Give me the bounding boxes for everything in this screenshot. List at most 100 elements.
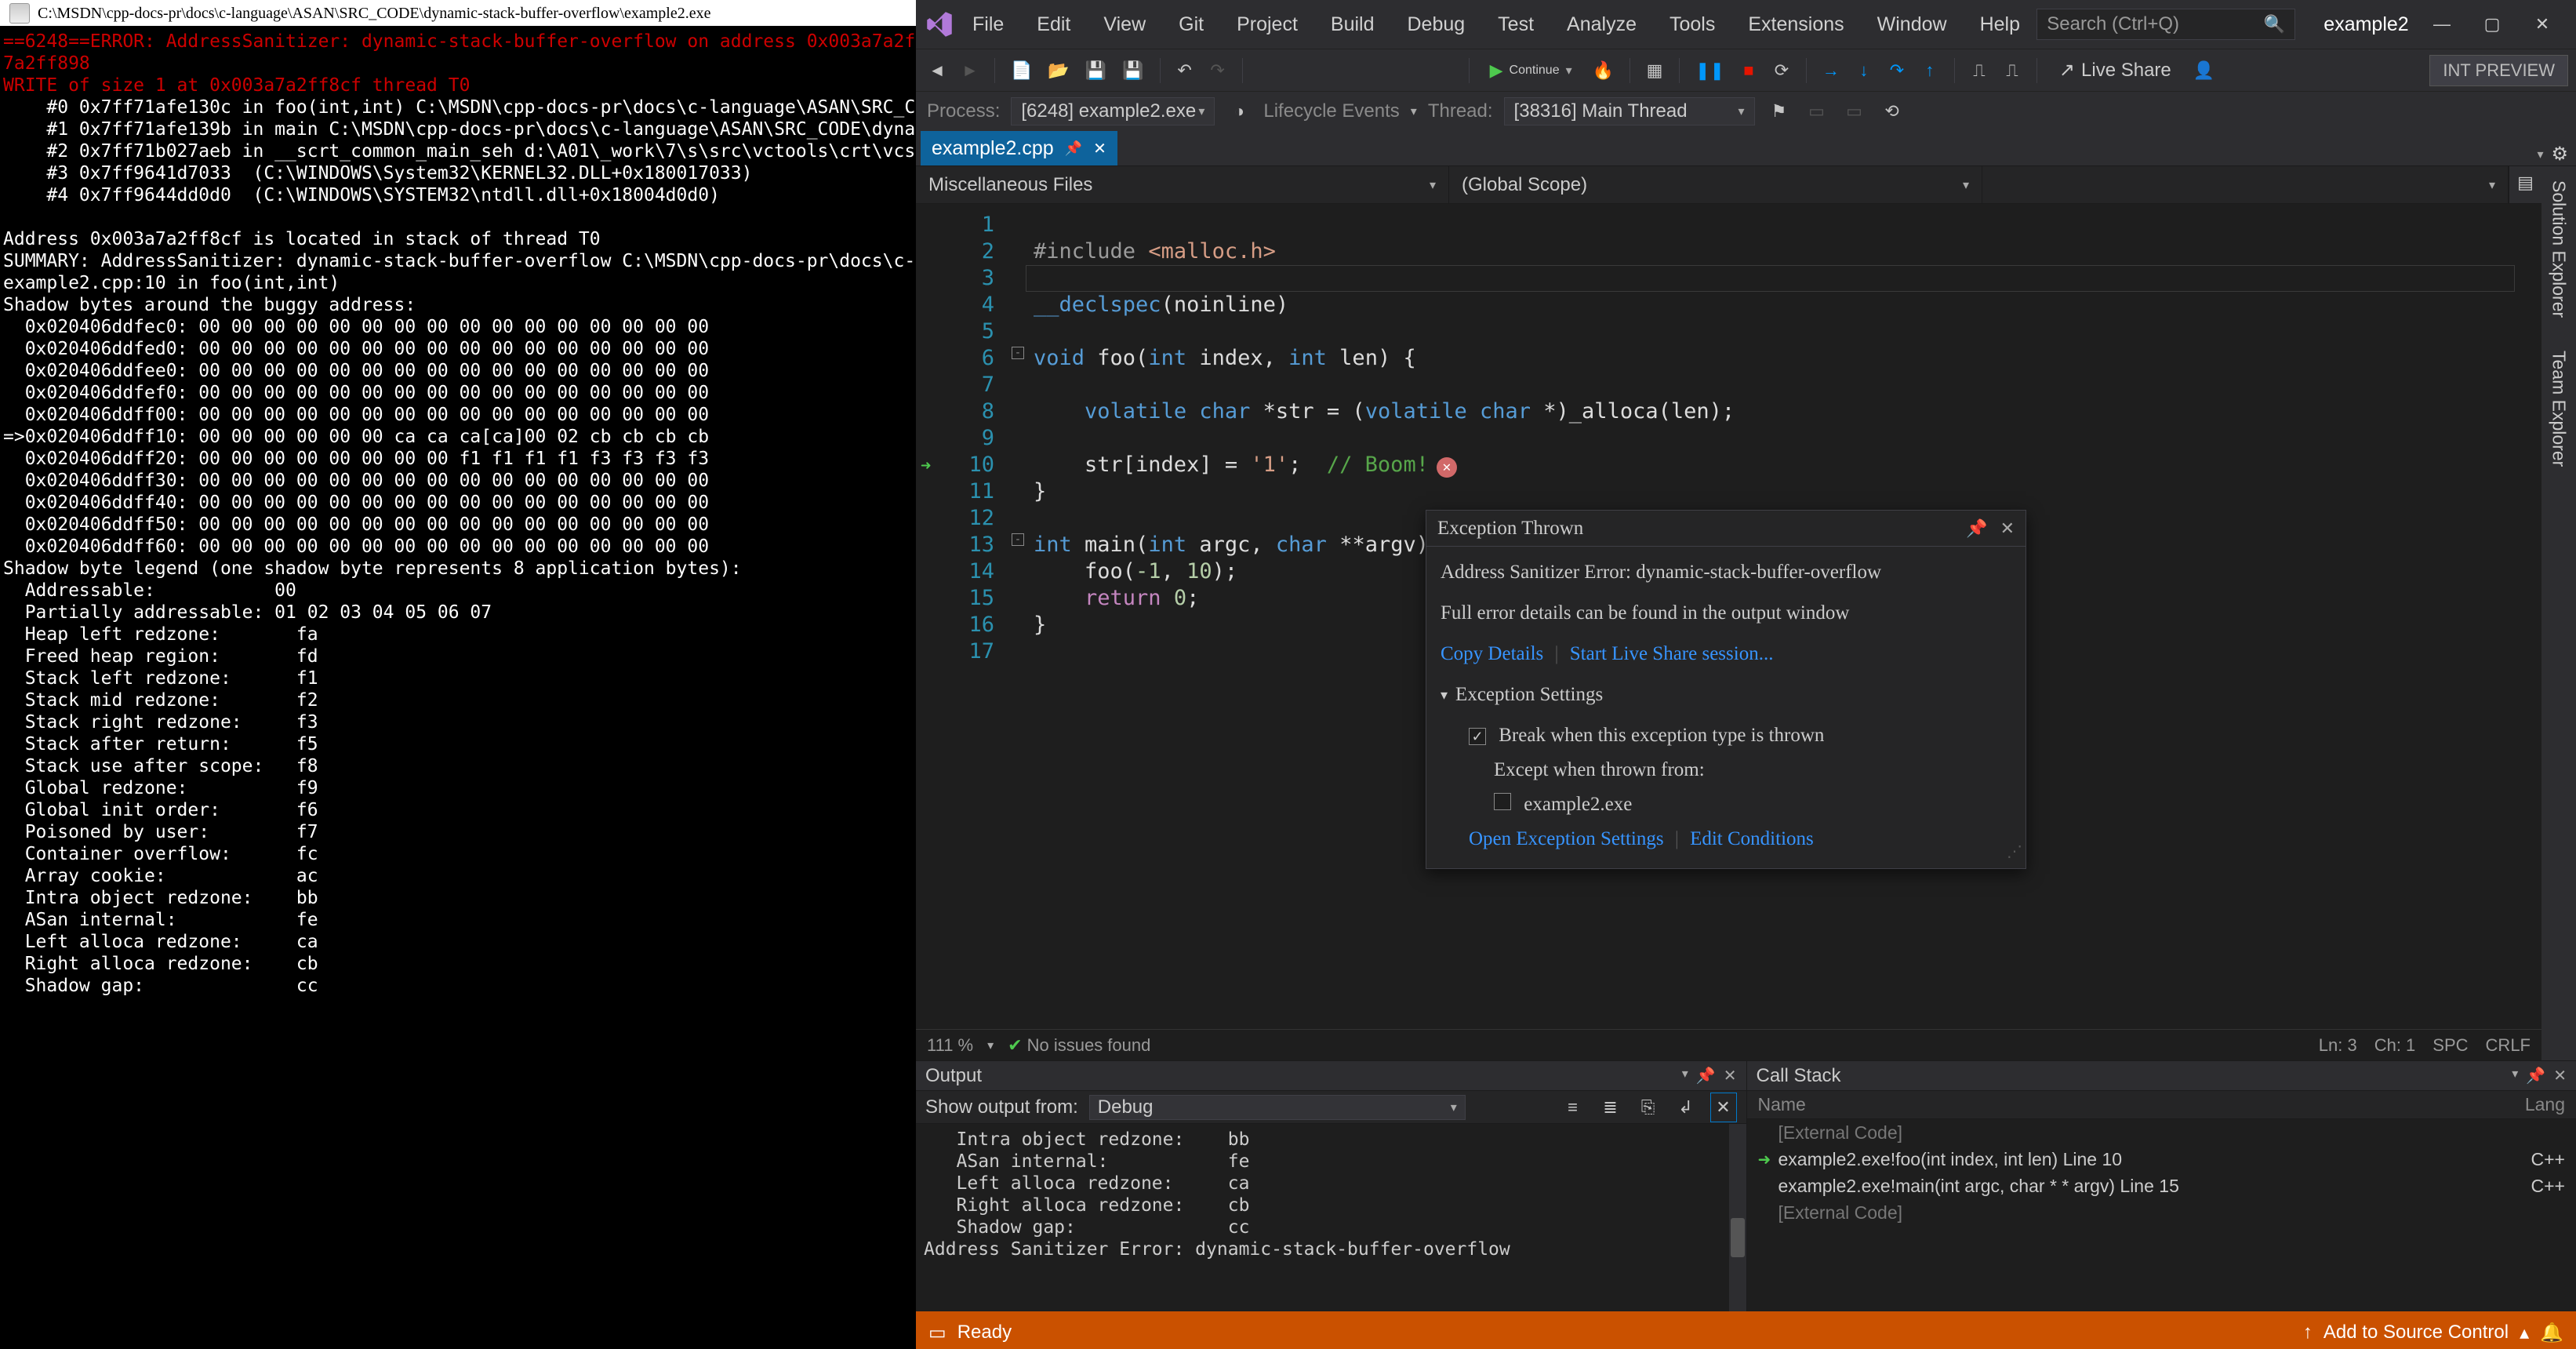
open-exception-settings-link[interactable]: Open Exception Settings xyxy=(1469,828,1664,849)
stop-debug-button[interactable]: ■ xyxy=(1735,56,1762,85)
output-icon[interactable]: ⎘ xyxy=(1635,1093,1662,1122)
checkbox-icon[interactable] xyxy=(1469,728,1486,745)
pin-icon[interactable]: 📌 xyxy=(1065,140,1082,157)
start-live-share-link[interactable]: Start Live Share session... xyxy=(1570,643,1774,664)
nav-project-dropdown[interactable]: Miscellaneous Files ▾ xyxy=(916,166,1449,203)
step-over-button[interactable]: ↷ xyxy=(1884,56,1910,85)
error-indicator-icon[interactable]: ✕ xyxy=(1437,457,1457,478)
callstack-row[interactable]: [External Code] xyxy=(1747,1119,2576,1146)
new-project-button[interactable]: 📄 xyxy=(1006,56,1037,85)
output-source-dropdown[interactable]: Debug ▾ xyxy=(1089,1095,1466,1120)
callstack-body[interactable]: [External Code] ➜ example2.exe!foo(int i… xyxy=(1747,1119,2576,1311)
word-wrap-icon[interactable]: ↲ xyxy=(1673,1093,1699,1122)
nav-fwd-button[interactable]: ► xyxy=(957,56,983,85)
except-item-row[interactable]: example2.exe xyxy=(1469,791,2011,818)
layout-icon[interactable]: ▦ xyxy=(1641,56,1668,85)
stack-frame-icon[interactable]: ⟲ xyxy=(1879,96,1906,126)
step-out-button[interactable]: ↑ xyxy=(1917,56,1943,85)
menu-extensions[interactable]: Extensions xyxy=(1740,9,1851,41)
misc-icon[interactable]: ⎍ xyxy=(1999,56,2026,85)
pin-icon[interactable]: 📌 xyxy=(1696,1066,1716,1085)
step-into-button[interactable]: ↓ xyxy=(1851,56,1877,85)
chevron-down-icon[interactable]: ▾ xyxy=(987,1038,994,1053)
console-titlebar[interactable]: C:\MSDN\cpp-docs-pr\docs\c-language\ASAN… xyxy=(0,0,916,26)
chevron-down-icon[interactable]: ▾ xyxy=(1411,104,1417,119)
gear-icon[interactable]: ⚙ xyxy=(2551,143,2568,165)
team-explorer-tab[interactable]: Team Explorer xyxy=(2547,346,2571,471)
tab-overflow-icon[interactable]: ▾ xyxy=(2537,147,2543,162)
output-icon[interactable]: ≡ xyxy=(1560,1093,1586,1122)
cursor-col[interactable]: Ch: 1 xyxy=(2374,1035,2416,1056)
break-all-button[interactable]: ❚❚ xyxy=(1691,56,1729,85)
undo-button[interactable]: ↶ xyxy=(1172,56,1198,85)
menu-help[interactable]: Help xyxy=(1972,9,2028,41)
redo-button[interactable]: ↷ xyxy=(1204,56,1231,85)
close-icon[interactable]: ✕ xyxy=(2000,515,2015,542)
menu-git[interactable]: Git xyxy=(1171,9,1212,41)
maximize-button[interactable]: ▢ xyxy=(2468,9,2516,40)
output-body[interactable]: Intra object redzone: bb ASan internal: … xyxy=(916,1124,1746,1311)
menu-project[interactable]: Project xyxy=(1229,9,1306,41)
nav-back-button[interactable]: ◄ xyxy=(924,56,950,85)
search-input[interactable]: Search (Ctrl+Q) 🔍 xyxy=(2036,9,2295,40)
menu-window[interactable]: Window xyxy=(1869,9,1955,41)
save-all-button[interactable]: 💾 xyxy=(1117,56,1148,85)
issues-label[interactable]: No issues found xyxy=(1027,1035,1151,1055)
int-preview-badge[interactable]: INT PREVIEW xyxy=(2429,55,2568,86)
break-when-row[interactable]: Break when this exception type is thrown xyxy=(1469,722,2011,749)
exception-titlebar[interactable]: Exception Thrown 📌 ✕ xyxy=(1426,511,2026,547)
upload-icon[interactable]: ↑ xyxy=(2303,1322,2313,1344)
collapse-icon[interactable]: - xyxy=(1012,533,1024,546)
menu-tools[interactable]: Tools xyxy=(1662,9,1723,41)
chevron-down-icon[interactable]: ▾ xyxy=(1682,1066,1688,1085)
continue-button[interactable]: ▶ Continue ▾ xyxy=(1481,56,1582,85)
menu-build[interactable]: Build xyxy=(1323,9,1382,41)
split-icon[interactable]: ▤ xyxy=(2517,173,2534,193)
checkbox-icon[interactable] xyxy=(1494,793,1511,810)
stack-frame-icon[interactable]: ▭ xyxy=(1804,96,1830,126)
scroll-thumb[interactable] xyxy=(1731,1218,1745,1257)
save-button[interactable]: 💾 xyxy=(1081,56,1111,85)
edit-conditions-link[interactable]: Edit Conditions xyxy=(1690,828,1814,849)
exception-settings-header[interactable]: ▾ Exception Settings xyxy=(1441,682,2011,708)
code-area[interactable]: 1234 5678 9101112 13141516 17 ➜ - - #inc… xyxy=(916,204,2541,1029)
pin-icon[interactable]: 📌 xyxy=(2526,1066,2545,1085)
restart-button[interactable]: ⟳ xyxy=(1768,56,1795,85)
live-share-button[interactable]: ↗ Live Share xyxy=(2048,59,2182,82)
doc-tab-example2[interactable]: example2.cpp 📌 ✕ xyxy=(921,131,1117,165)
menu-test[interactable]: Test xyxy=(1490,9,1542,41)
close-button[interactable]: ✕ xyxy=(2518,9,2567,40)
callstack-row[interactable]: [External Code] xyxy=(1747,1199,2576,1226)
hot-reload-icon[interactable]: 🔥 xyxy=(1588,56,1619,85)
exception-popup[interactable]: Exception Thrown 📌 ✕ Address Sanitizer E… xyxy=(1426,510,2026,869)
close-icon[interactable]: ✕ xyxy=(1724,1066,1737,1085)
output-icon[interactable]: ≣ xyxy=(1597,1093,1624,1122)
feedback-icon[interactable]: 👤 xyxy=(2189,56,2219,85)
nav-scope-dropdown[interactable]: (Global Scope) ▾ xyxy=(1449,166,1982,203)
collapse-icon[interactable]: - xyxy=(1012,347,1024,359)
chevron-up-icon[interactable]: ▴ xyxy=(2520,1322,2529,1344)
callstack-header[interactable]: Call Stack ▾ 📌 ✕ xyxy=(1747,1061,2576,1091)
solution-explorer-tab[interactable]: Solution Explorer xyxy=(2547,176,2571,322)
nav-member-dropdown[interactable]: ▾ xyxy=(1982,166,2509,203)
titlebar[interactable]: File Edit View Git Project Build Debug T… xyxy=(916,0,2576,49)
scrollbar[interactable] xyxy=(1729,1124,1746,1311)
callstack-columns[interactable]: Name Lang xyxy=(1747,1091,2576,1119)
close-tab-icon[interactable]: ✕ xyxy=(1093,139,1106,158)
pin-icon[interactable]: 📌 xyxy=(1966,515,1987,542)
close-icon[interactable]: ✕ xyxy=(2553,1066,2567,1085)
minimize-button[interactable]: — xyxy=(2418,9,2466,40)
stack-frame-icon[interactable]: ▭ xyxy=(1841,96,1868,126)
menu-edit[interactable]: Edit xyxy=(1029,9,1078,41)
clear-icon[interactable]: ✕ xyxy=(1710,1093,1737,1122)
zoom-level[interactable]: 111 % xyxy=(927,1035,973,1056)
process-dropdown[interactable]: [6248] example2.exe ▾ xyxy=(1011,97,1215,125)
console-body[interactable]: ==6248==ERROR: AddressSanitizer: dynamic… xyxy=(0,26,916,1349)
resize-grip-icon[interactable]: ⋰ xyxy=(2007,838,2022,865)
copy-details-link[interactable]: Copy Details xyxy=(1441,643,1543,664)
output-header[interactable]: Output ▾ 📌 ✕ xyxy=(916,1061,1746,1091)
cursor-line[interactable]: Ln: 3 xyxy=(2319,1035,2357,1056)
misc-icon[interactable]: ⎍ xyxy=(1966,56,1993,85)
notifications-icon[interactable]: 🔔 xyxy=(2540,1322,2563,1344)
menu-debug[interactable]: Debug xyxy=(1400,9,1473,41)
